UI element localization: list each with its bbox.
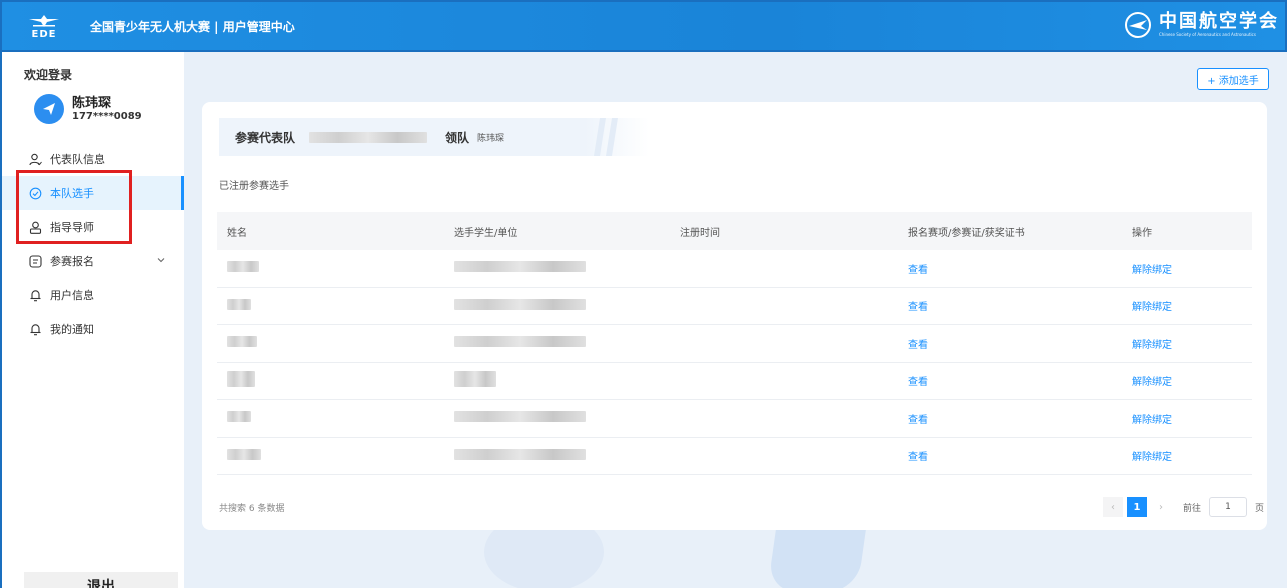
- players-card: 参赛代表队 领队 陈玮琛 已注册参赛选手 姓名 选手学生/单位 注册时间 报名赛…: [202, 102, 1267, 530]
- player-school-redacted: [454, 448, 586, 460]
- sidebar-item-label: 我的通知: [50, 323, 94, 336]
- view-link[interactable]: 查看: [908, 302, 928, 313]
- main-content: + 添加选手 参赛代表队 领队 陈玮琛 已注册参赛选手 姓名 选手学生/单位 注…: [184, 52, 1287, 588]
- next-page-button[interactable]: ›: [1150, 497, 1171, 517]
- sidebar-item-label: 指导导师: [50, 221, 94, 234]
- user-check-icon: [28, 152, 42, 166]
- form-icon: [28, 254, 42, 268]
- team-name-redacted: [309, 131, 428, 143]
- column-header-certificates: 报名赛项/参赛证/获奖证书: [908, 227, 1025, 239]
- app-title: 全国青少年无人机大赛 | 用户管理中心: [90, 19, 295, 34]
- player-school-redacted: [454, 411, 586, 423]
- column-header-register-time: 注册时间: [680, 227, 720, 239]
- page-suffix: 页: [1254, 503, 1264, 514]
- ede-logo[interactable]: EDE: [14, 4, 74, 48]
- org-branding: 中国航空学会 Chinese Society of Aeronautics an…: [1123, 10, 1279, 40]
- unbind-link[interactable]: 解除绑定: [1132, 377, 1172, 388]
- sidebar-item-user-info[interactable]: 用户信息: [2, 278, 184, 312]
- unbind-link[interactable]: 解除绑定: [1132, 302, 1172, 313]
- add-player-button[interactable]: + 添加选手: [1197, 68, 1269, 90]
- send-icon: [43, 103, 55, 115]
- sidebar-item-registration[interactable]: 参赛报名: [2, 244, 184, 278]
- table-row: 查看 解除绑定: [217, 438, 1252, 475]
- sidebar-item-mentors[interactable]: 指导导师: [2, 210, 184, 244]
- user-card: 陈玮琛 177****0089: [34, 94, 142, 124]
- players-table: 姓名 选手学生/单位 注册时间 报名赛项/参赛证/获奖证书 操作 查看 解除绑定…: [217, 212, 1252, 475]
- user-name: 陈玮琛: [72, 95, 112, 111]
- users-icon: [28, 220, 42, 234]
- sidebar-item-team-info[interactable]: 代表队信息: [2, 142, 184, 176]
- check-circle-icon: [28, 186, 42, 200]
- decorative-stripes: [594, 118, 618, 156]
- org-english-name: Chinese Society of Aeronautics and Astro…: [1159, 32, 1256, 37]
- player-school-redacted: [454, 371, 496, 388]
- view-link[interactable]: 查看: [908, 377, 928, 388]
- org-emblem-icon: [1125, 12, 1151, 38]
- table-row: 查看 解除绑定: [217, 363, 1252, 400]
- player-name-redacted: [227, 411, 251, 423]
- logout-button[interactable]: 退出: [24, 572, 178, 588]
- player-name-redacted: [227, 371, 255, 388]
- avatar: [34, 94, 64, 124]
- player-name-redacted: [227, 336, 257, 348]
- sidebar-item-label: 本队选手: [50, 187, 94, 200]
- goto-page-input[interactable]: 1: [1208, 497, 1247, 517]
- sidebar-menu: 代表队信息 本队选手 指导导师 参赛报名 用户信息 我的通知: [2, 142, 184, 346]
- logo-text: EDE: [31, 28, 57, 40]
- welcome-label: 欢迎登录: [24, 68, 73, 82]
- unbind-link[interactable]: 解除绑定: [1132, 340, 1172, 351]
- view-link[interactable]: 查看: [908, 415, 928, 426]
- column-header-school: 选手学生/单位: [454, 227, 518, 239]
- bell-icon: [28, 322, 42, 336]
- bell-icon: [28, 288, 42, 302]
- view-link[interactable]: 查看: [908, 452, 928, 463]
- section-title: 已注册参赛选手: [219, 181, 289, 192]
- top-bar: EDE 全国青少年无人机大赛 | 用户管理中心 中国航空学会 Chinese S…: [0, 0, 1287, 52]
- player-school-redacted: [454, 298, 586, 310]
- prev-page-button[interactable]: ‹: [1102, 497, 1123, 517]
- team-label: 参赛代表队: [235, 130, 296, 145]
- plane-logo-icon: [29, 14, 59, 27]
- pagination: ‹ 1 › 前往 1 页: [1099, 497, 1264, 517]
- leader-label: 领队: [445, 130, 470, 145]
- team-info-bar: 参赛代表队 领队 陈玮琛: [219, 118, 649, 156]
- sidebar-item-label: 代表队信息: [50, 153, 105, 166]
- column-header-actions: 操作: [1132, 227, 1152, 239]
- page-number-button[interactable]: 1: [1126, 497, 1147, 517]
- sidebar-item-notifications[interactable]: 我的通知: [2, 312, 184, 346]
- sidebar-item-label: 参赛报名: [50, 255, 94, 268]
- leader-name: 陈玮琛: [477, 133, 505, 144]
- player-name-redacted: [227, 261, 259, 273]
- table-row: 查看 解除绑定: [217, 325, 1252, 363]
- sidebar-item-label: 用户信息: [50, 289, 94, 302]
- user-phone: 177****0089: [72, 110, 142, 122]
- table-footer: 共搜索 6 条数据 ‹ 1 › 前往 1 页: [219, 497, 1264, 517]
- org-name: 中国航空学会: [1159, 11, 1279, 32]
- unbind-link[interactable]: 解除绑定: [1132, 452, 1172, 463]
- table-row: 查看 解除绑定: [217, 288, 1252, 325]
- table-header: 姓名 选手学生/单位 注册时间 报名赛项/参赛证/获奖证书 操作: [217, 212, 1252, 250]
- unbind-link[interactable]: 解除绑定: [1132, 265, 1172, 276]
- goto-label: 前往: [1182, 503, 1201, 514]
- view-link[interactable]: 查看: [908, 265, 928, 276]
- player-school-redacted: [454, 336, 586, 348]
- unbind-link[interactable]: 解除绑定: [1132, 415, 1172, 426]
- player-name-redacted: [227, 298, 251, 310]
- total-count: 共搜索 6 条数据: [219, 503, 285, 514]
- sidebar-item-team-players[interactable]: 本队选手: [2, 176, 184, 210]
- player-school-redacted: [454, 261, 586, 273]
- view-link[interactable]: 查看: [908, 340, 928, 351]
- chevron-down-icon[interactable]: [156, 255, 166, 265]
- player-name-redacted: [227, 448, 261, 460]
- table-row: 查看 解除绑定: [217, 400, 1252, 438]
- table-row: 查看 解除绑定: [217, 250, 1252, 288]
- column-header-name: 姓名: [227, 227, 247, 239]
- sidebar: 欢迎登录 陈玮琛 177****0089 代表队信息 本队选手 指导导师 参赛报…: [0, 52, 184, 588]
